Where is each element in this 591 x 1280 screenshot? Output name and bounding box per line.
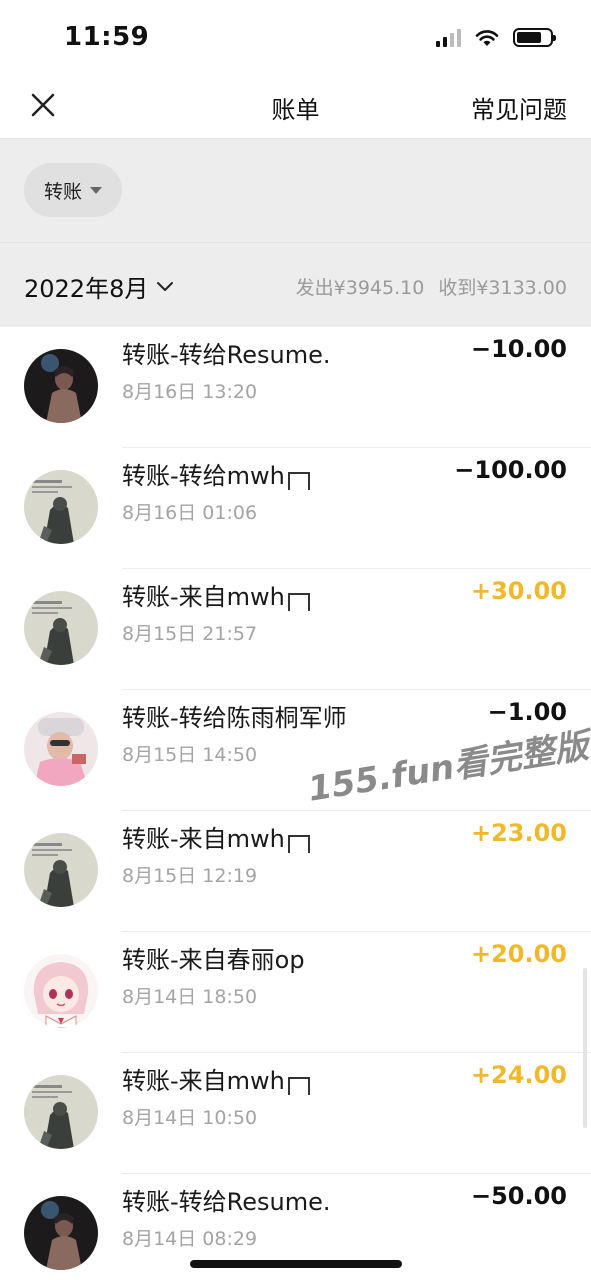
transaction-row[interactable]: 转账-来自mwh 8月15日 12:19 +23.00 [0, 811, 591, 932]
transaction-row[interactable]: 转账-来自mwh 8月14日 10:50 +24.00 [0, 1053, 591, 1174]
avatar [24, 470, 98, 544]
month-selector[interactable]: 2022年8月 [24, 269, 174, 304]
avatar [24, 954, 98, 1028]
transaction-row[interactable]: 转账-转给Resume. 8月16日 13:20 −10.00 [0, 327, 591, 448]
month-label: 2022年8月 [24, 275, 149, 303]
transaction-time: 8月14日 10:50 [122, 1107, 258, 1129]
type-filter-dropdown[interactable]: 转账 [24, 163, 122, 217]
caret-down-icon [90, 186, 102, 194]
missing-glyph-icon [287, 472, 310, 490]
missing-glyph-icon [287, 593, 310, 611]
transaction-title: 转账-来自mwh [122, 1061, 310, 1096]
avatar [24, 591, 98, 665]
transaction-row[interactable]: 转账-来自春丽op 8月14日 18:50 +20.00 [0, 932, 591, 1053]
missing-glyph-icon [287, 1077, 310, 1095]
month-bar: 2022年8月 发出¥3945.10 收到¥3133.00 [0, 242, 591, 327]
transaction-title-text: 转账-转给Resume. [122, 1188, 331, 1216]
missing-glyph-icon [287, 835, 310, 853]
transaction-row[interactable]: 转账-来自mwh 8月15日 21:57 +30.00 [0, 569, 591, 690]
transaction-title: 转账-来自mwh [122, 577, 310, 612]
avatar [24, 712, 98, 786]
transaction-title-text: 转账-转给mwh [122, 462, 285, 490]
battery-level [517, 32, 541, 43]
transaction-list: 转账-转给Resume. 8月16日 13:20 −10.00 转账-转给mwh 8月1… [0, 327, 591, 1280]
nav-bar: 账单 常见问题 [0, 76, 591, 138]
transaction-title-text: 转账-转给Resume. [122, 341, 331, 369]
avatar [24, 833, 98, 907]
transaction-title-text: 转账-来自mwh [122, 583, 285, 611]
scrollbar[interactable] [583, 968, 587, 1128]
transaction-time: 8月15日 12:19 [122, 865, 258, 887]
transaction-amount: +24.00 [470, 1061, 567, 1089]
signal-icon [436, 28, 461, 47]
transaction-row[interactable]: 转账-转给mwh 8月16日 01:06 −100.00 [0, 448, 591, 569]
transaction-amount: −100.00 [454, 456, 567, 484]
transaction-time: 8月14日 18:50 [122, 986, 258, 1008]
total-sent: 发出¥3945.10 [295, 277, 425, 299]
month-summary: 发出¥3945.10 收到¥3133.00 [296, 273, 567, 300]
transaction-time: 8月16日 01:06 [122, 502, 258, 524]
transaction-time: 8月16日 13:20 [122, 381, 258, 403]
battery-icon [513, 28, 556, 47]
avatar [24, 1196, 98, 1270]
status-bar: 11:59 [0, 0, 591, 76]
transaction-title: 转账-转给陈雨桐军师 [122, 698, 347, 733]
faq-link[interactable]: 常见问题 [471, 90, 567, 125]
avatar [24, 1075, 98, 1149]
filter-chip-label: 转账 [43, 180, 82, 203]
transaction-amount: +30.00 [470, 577, 567, 605]
total-received: 收到¥3133.00 [438, 277, 567, 299]
transaction-title: 转账-来自春丽op [122, 940, 305, 975]
transaction-time: 8月15日 14:50 [122, 744, 258, 766]
transaction-title: 转账-转给mwh [122, 456, 310, 491]
transaction-amount: −50.00 [470, 1182, 567, 1210]
transaction-title: 转账-转给Resume. [122, 335, 331, 370]
transaction-time: 8月14日 08:29 [122, 1228, 258, 1250]
transaction-title-text: 转账-来自春丽op [122, 946, 305, 974]
transaction-title-text: 转账-来自mwh [122, 825, 285, 853]
transaction-title-text: 转账-来自mwh [122, 1067, 285, 1095]
transaction-amount: +23.00 [470, 819, 567, 847]
avatar [24, 349, 98, 423]
transaction-title-text: 转账-转给陈雨桐军师 [122, 704, 347, 732]
filter-area: 转账 [0, 138, 591, 242]
transaction-amount: −10.00 [470, 335, 567, 363]
transaction-amount: +20.00 [470, 940, 567, 968]
home-indicator[interactable] [190, 1260, 402, 1268]
status-time: 11:59 [64, 22, 150, 52]
chevron-down-icon [157, 281, 174, 291]
status-icons [436, 28, 556, 47]
transaction-title: 转账-转给Resume. [122, 1182, 331, 1217]
transaction-title: 转账-来自mwh [122, 819, 310, 854]
transaction-time: 8月15日 21:57 [122, 623, 258, 645]
wifi-icon [475, 29, 499, 46]
